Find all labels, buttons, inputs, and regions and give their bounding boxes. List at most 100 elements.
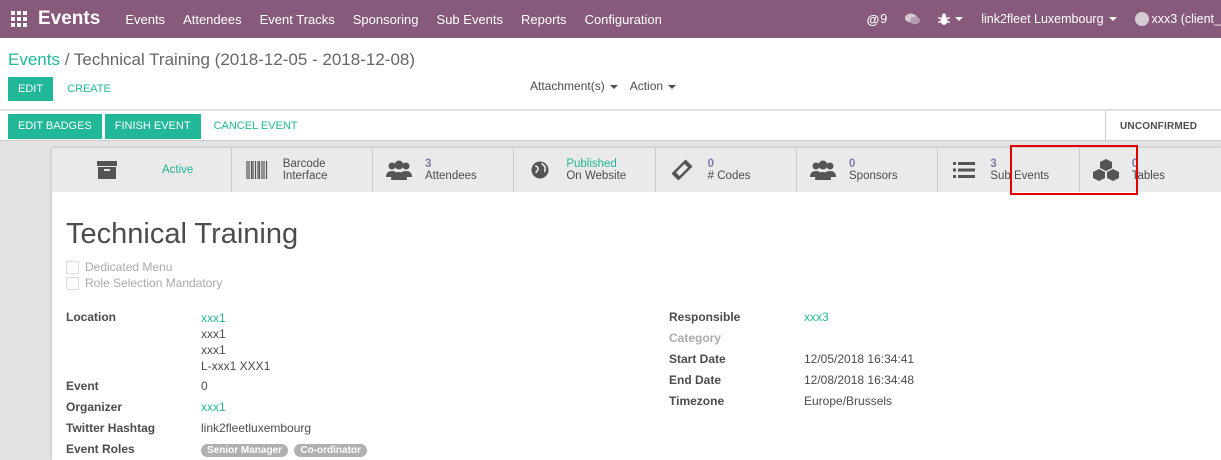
mentions-button[interactable]: @ 9 bbox=[867, 12, 888, 27]
category-label: Category bbox=[669, 331, 722, 345]
sub-events-stat-button[interactable]: 3 Sub Events bbox=[938, 148, 1080, 192]
category-field: Category bbox=[669, 331, 1169, 352]
start-date-field: Start Date 12/05/2018 16:34:41 bbox=[669, 352, 1169, 373]
messaging-button[interactable] bbox=[905, 13, 921, 25]
chevron-down-icon bbox=[955, 17, 964, 21]
at-icon: @ bbox=[866, 11, 880, 27]
chevron-down-icon bbox=[609, 84, 618, 89]
systray: @ 9 link2fleet Luxembourg xxx3 (client_ bbox=[867, 0, 1221, 38]
event-roles-field: Event Roles Senior Manager Co-ordinator bbox=[66, 442, 566, 460]
breadcrumb-events-link[interactable]: Events bbox=[8, 50, 60, 69]
finish-event-button[interactable]: FINISH EVENT bbox=[104, 114, 201, 139]
chevron-down-icon bbox=[1108, 17, 1117, 21]
cubes-icon bbox=[1080, 159, 1132, 181]
codes-stat-button[interactable]: 0 # Codes bbox=[655, 148, 797, 192]
location-label: Location bbox=[66, 310, 116, 324]
active-label: Active bbox=[162, 164, 194, 176]
right-field-group: Responsible xxx3 Category Start Date 12/… bbox=[669, 310, 1169, 415]
start-date-label: Start Date bbox=[669, 352, 726, 366]
location-line: xxx1 bbox=[201, 327, 226, 341]
users-icon bbox=[373, 160, 425, 180]
apps-menu-icon[interactable] bbox=[0, 0, 38, 38]
list-icon bbox=[938, 162, 990, 178]
role-selection-checkbox[interactable] bbox=[66, 276, 79, 290]
active-toggle-button[interactable]: Active bbox=[52, 148, 232, 192]
end-date-label: End Date bbox=[669, 373, 722, 387]
attendees-stat-button[interactable]: 3 Attendees bbox=[372, 148, 515, 192]
dedicated-menu-label: Dedicated Menu bbox=[85, 260, 173, 274]
avatar bbox=[1134, 12, 1149, 26]
responsible-link[interactable]: xxx3 bbox=[804, 310, 829, 331]
sidebar-dropdowns: Attachment(s) Action bbox=[530, 79, 677, 93]
tables-label: Tables bbox=[1131, 170, 1165, 182]
codes-label: # Codes bbox=[707, 170, 751, 182]
menu-item-reports[interactable]: Reports bbox=[512, 12, 576, 27]
event-value: 0 bbox=[201, 379, 208, 393]
attachments-dropdown[interactable]: Attachment(s) bbox=[530, 79, 618, 93]
action-dropdown[interactable]: Action bbox=[630, 79, 677, 93]
role-tag[interactable]: Co-ordinator bbox=[294, 444, 367, 457]
main-menu: Events Attendees Event Tracks Sponsoring… bbox=[116, 12, 671, 27]
chat-bubbles-icon bbox=[905, 13, 921, 25]
sub-events-label: Sub Events bbox=[990, 170, 1050, 182]
app-title: Events bbox=[38, 8, 101, 29]
breadcrumb: Events / Technical Training (2018-12-05 … bbox=[8, 50, 415, 70]
location-line: L-xxx1 XXX1 bbox=[201, 359, 271, 373]
menu-item-sub-events[interactable]: Sub Events bbox=[428, 12, 513, 27]
responsible-field: Responsible xxx3 bbox=[669, 310, 1169, 331]
dedicated-menu-row: Dedicated Menu bbox=[66, 259, 222, 275]
sponsors-count: 0 bbox=[849, 158, 856, 170]
menu-item-sponsoring[interactable]: Sponsoring bbox=[344, 12, 428, 27]
website-published-button[interactable]: Published On Website bbox=[514, 148, 656, 192]
ticket-icon bbox=[656, 159, 708, 181]
end-date-field: End Date 12/08/2018 16:34:48 bbox=[669, 373, 1169, 394]
timezone-value: Europe/Brussels bbox=[804, 394, 893, 408]
archive-icon bbox=[52, 161, 162, 179]
timezone-field: Timezone Europe/Brussels bbox=[669, 394, 1169, 415]
event-label: Event bbox=[66, 379, 99, 393]
company-name: link2fleet Luxembourg bbox=[981, 12, 1104, 26]
website-status: Published bbox=[566, 158, 617, 170]
sub-events-count: 3 bbox=[990, 158, 997, 170]
codes-count: 0 bbox=[707, 158, 715, 170]
role-tag[interactable]: Senior Manager bbox=[201, 444, 289, 457]
edit-button[interactable]: EDIT bbox=[8, 77, 54, 101]
bug-icon bbox=[938, 13, 951, 25]
company-switcher[interactable]: link2fleet Luxembourg bbox=[981, 12, 1117, 26]
attachments-label: Attachment(s) bbox=[530, 79, 605, 93]
form-statusbar: EDIT BADGES FINISH EVENT CANCEL EVENT UN… bbox=[0, 111, 1221, 141]
timezone-label: Timezone bbox=[669, 394, 725, 408]
stage-unconfirmed[interactable]: UNCONFIRMED bbox=[1120, 121, 1197, 132]
debug-menu-button[interactable] bbox=[938, 13, 964, 26]
barcode-interface-button[interactable]: Barcode Interface bbox=[231, 148, 373, 192]
organizer-link[interactable]: xxx1 bbox=[201, 400, 226, 421]
menu-item-attendees[interactable]: Attendees bbox=[174, 12, 251, 27]
hashtag-value: link2fleetluxembourg bbox=[201, 421, 312, 435]
hashtag-field: Twitter Hashtag link2fleetluxembourg bbox=[66, 421, 566, 442]
edit-badges-button[interactable]: EDIT BADGES bbox=[8, 114, 102, 139]
stage-pipeline: UNCONFIRMED bbox=[1105, 111, 1221, 141]
user-name: xxx3 (client_ bbox=[1151, 12, 1221, 26]
create-button[interactable]: CREATE bbox=[57, 77, 121, 101]
smart-button-box: Active Barcode Interface 3 Attendees Publ… bbox=[52, 145, 1221, 195]
user-menu[interactable]: xxx3 (client_ bbox=[1134, 12, 1221, 26]
organizer-field: Organizer xxx1 bbox=[66, 400, 566, 421]
breadcrumb-separator: / bbox=[64, 50, 70, 69]
attendees-label: Attendees bbox=[424, 170, 477, 182]
role-selection-label: Role Selection Mandatory bbox=[85, 276, 223, 290]
form-sheet: Active Barcode Interface 3 Attendees Publ… bbox=[52, 145, 1221, 460]
control-panel: Events / Technical Training (2018-12-05 … bbox=[0, 38, 1221, 110]
location-field: Location xxx1 xxx1 xxx1 L-xxx1 XXX1 bbox=[66, 310, 566, 379]
tables-stat-button[interactable]: 0 Tables bbox=[1079, 148, 1221, 192]
statusbar-buttons: EDIT BADGES FINISH EVENT CANCEL EVENT bbox=[8, 114, 308, 139]
users-icon bbox=[797, 160, 849, 180]
location-link[interactable]: xxx1 bbox=[201, 310, 270, 326]
dedicated-menu-checkbox[interactable] bbox=[66, 260, 79, 274]
cancel-event-button[interactable]: CANCEL EVENT bbox=[204, 114, 308, 139]
menu-item-events[interactable]: Events bbox=[116, 12, 174, 27]
menu-item-configuration[interactable]: Configuration bbox=[576, 12, 671, 27]
menu-item-event-tracks[interactable]: Event Tracks bbox=[251, 12, 344, 27]
barcode-label: Barcode Interface bbox=[282, 158, 328, 182]
sponsors-stat-button[interactable]: 0 Sponsors bbox=[797, 148, 939, 192]
event-field: Event 0 bbox=[66, 379, 566, 400]
